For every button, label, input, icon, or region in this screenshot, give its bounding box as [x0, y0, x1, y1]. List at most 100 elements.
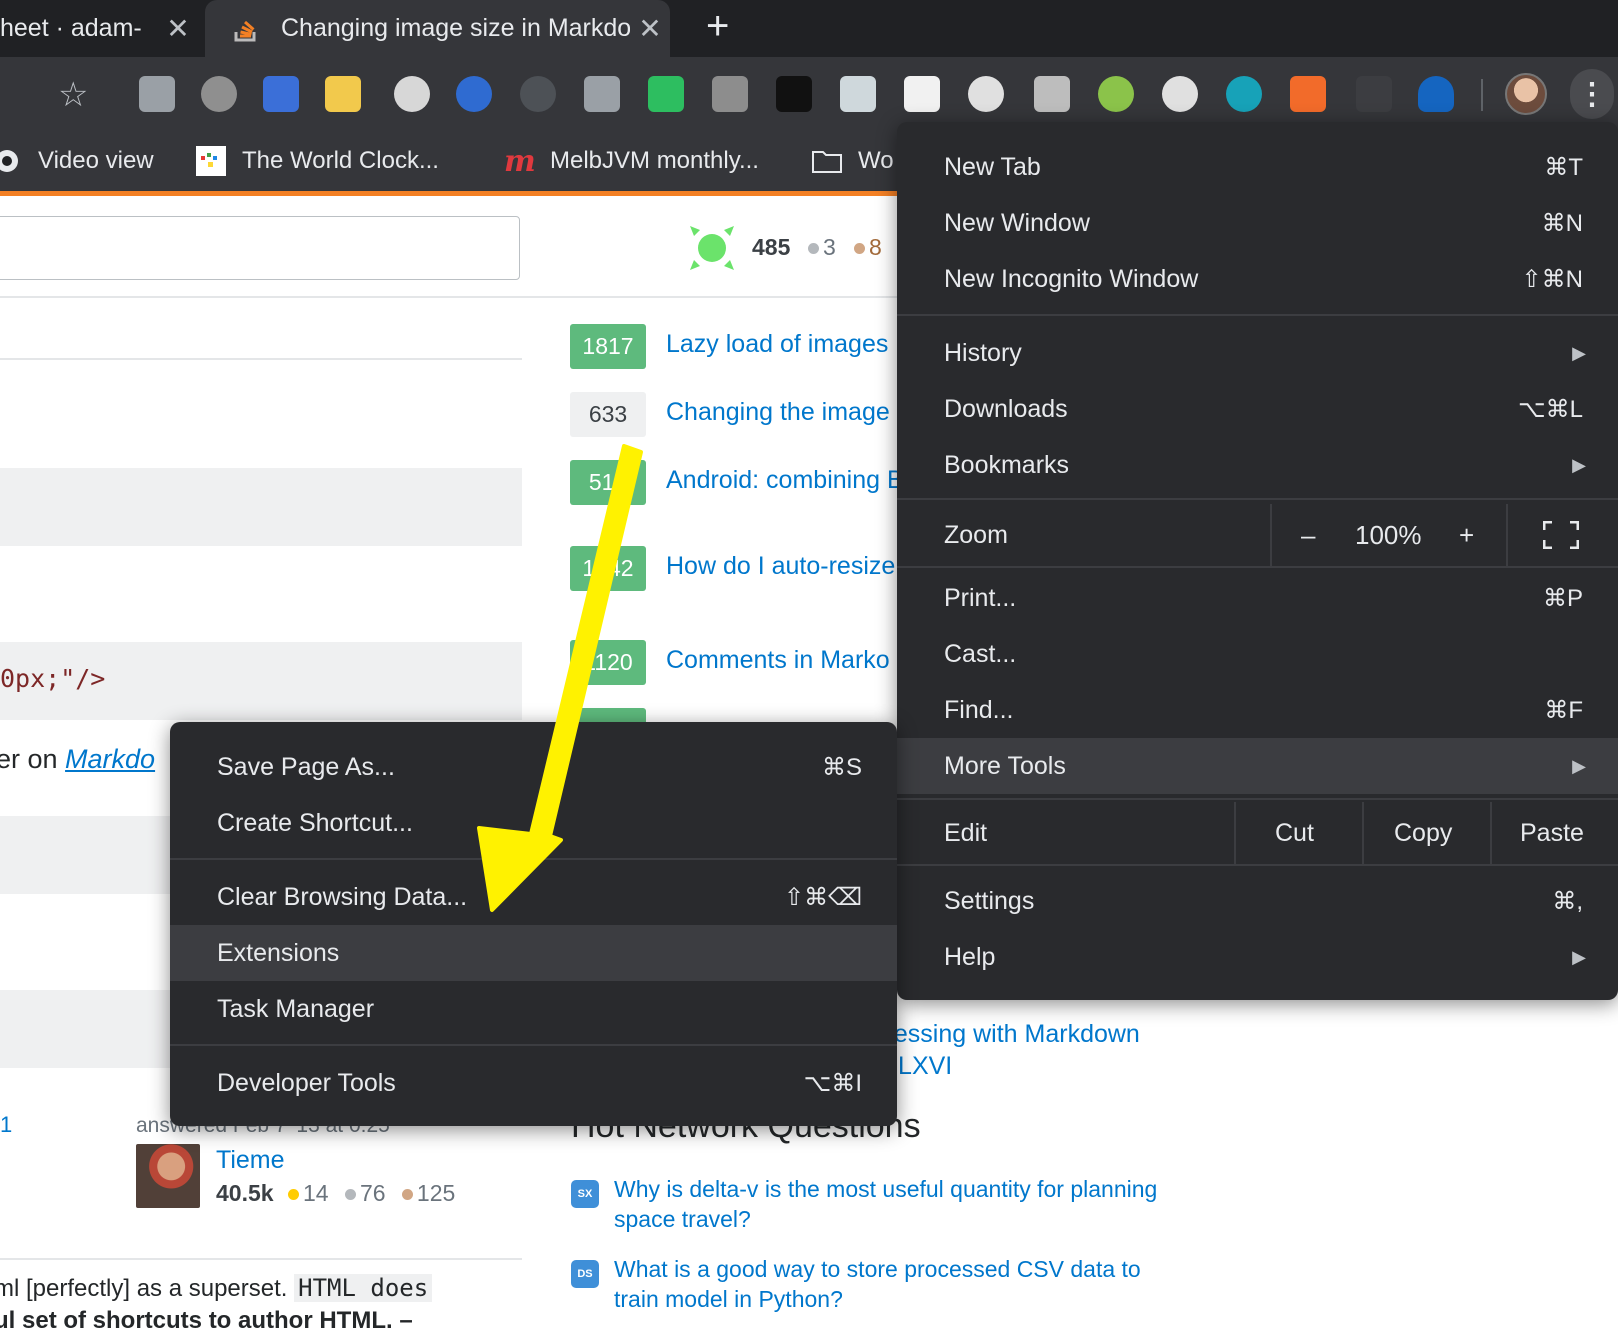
- user-name[interactable]: Tieme: [216, 1146, 285, 1175]
- dolby-extension-icon[interactable]: [776, 76, 812, 112]
- stackoverflow-icon: [231, 14, 261, 44]
- search-input[interactable]: [0, 216, 520, 280]
- menu-item-new-window[interactable]: New Window ⌘N: [897, 195, 1618, 251]
- fullscreen-icon[interactable]: [1542, 520, 1580, 556]
- zoom-in-button[interactable]: +: [1459, 520, 1474, 551]
- hot-question-link[interactable]: Why is delta-v is the most useful quanti…: [614, 1174, 1174, 1234]
- globe-extension-icon[interactable]: [456, 76, 492, 112]
- search-extension-icon[interactable]: [1162, 76, 1198, 112]
- bulb-extension-icon[interactable]: [1418, 76, 1454, 112]
- meetup-icon: m: [504, 146, 534, 176]
- eyedropper-extension-icon[interactable]: [1356, 76, 1392, 112]
- markdown-link[interactable]: Markdo: [65, 744, 155, 774]
- menu-item-more-tools[interactable]: More Tools ▶: [897, 738, 1618, 794]
- lock-extension-icon[interactable]: [1290, 76, 1326, 112]
- related-question-link[interactable]: nessing with Markdown CLXVI: [880, 1018, 1140, 1082]
- m-extension-icon[interactable]: [1226, 76, 1262, 112]
- comment-text: ml [perfectly] as a superset. HTML does …: [0, 1272, 474, 1336]
- bronze-badge-count: 8: [854, 234, 882, 261]
- qr-code-extension-icon[interactable]: [904, 76, 940, 112]
- new-tab-button[interactable]: +: [706, 4, 729, 49]
- menu-item-edit: Edit Cut Copy Paste: [897, 802, 1618, 864]
- menu-label: Create Shortcut...: [217, 808, 413, 837]
- evernote-extension-icon[interactable]: [648, 76, 684, 112]
- menu-item-history[interactable]: History ▶: [897, 325, 1618, 381]
- flower-extension-icon[interactable]: [968, 76, 1004, 112]
- tab-active[interactable]: Changing image size in Markdo ✕: [205, 0, 670, 57]
- menu-label: Extensions: [217, 938, 340, 967]
- bookmark-world-clock[interactable]: The World Clock...: [196, 146, 439, 176]
- camera-extension-icon[interactable]: [584, 76, 620, 112]
- barcode-extension-icon[interactable]: [1034, 76, 1070, 112]
- menu-item-print[interactable]: Print... ⌘P: [897, 570, 1618, 626]
- menu-separator: [897, 798, 1618, 800]
- score-badge: 1120: [570, 640, 646, 685]
- copy-button[interactable]: Copy: [1394, 819, 1452, 848]
- bookmark-folder[interactable]: Wo: [812, 146, 894, 176]
- menu-item-incognito[interactable]: New Incognito Window ⇧⌘N: [897, 251, 1618, 307]
- window-extension-icon[interactable]: [840, 76, 876, 112]
- menu-separator: [897, 864, 1618, 866]
- chrome-menu-button[interactable]: ⋮: [1570, 69, 1614, 119]
- menu-item-clear-browsing-data[interactable]: Clear Browsing Data... ⇧⌘⌫: [170, 869, 897, 925]
- cut-button[interactable]: Cut: [1275, 819, 1314, 848]
- menu-item-find[interactable]: Find... ⌘F: [897, 682, 1618, 738]
- share-link[interactable]: 1: [0, 1112, 12, 1138]
- edit-divider: [1490, 802, 1492, 864]
- close-icon[interactable]: ✕: [158, 12, 198, 45]
- menu-item-downloads[interactable]: Downloads ⌥⌘L: [897, 381, 1618, 437]
- silver-badge-icon: [344, 1189, 356, 1201]
- user-stats: 40.5k 14 76 125: [216, 1180, 455, 1207]
- menu-item-create-shortcut[interactable]: Create Shortcut...: [170, 795, 897, 851]
- grammarly-extension-icon[interactable]: [139, 76, 175, 112]
- tab-inactive[interactable]: heet · adam- ✕: [0, 0, 198, 57]
- zoom-out-button[interactable]: –: [1301, 520, 1315, 551]
- zoom-divider: [1270, 504, 1272, 566]
- check-extension-icon[interactable]: [1098, 76, 1134, 112]
- menu-item-new-tab[interactable]: New Tab ⌘T: [897, 139, 1618, 195]
- related-tail-line: nessing with Markdown: [880, 1020, 1140, 1048]
- bookmark-melbjvm[interactable]: m MelbJVM monthly...: [504, 146, 759, 176]
- menu-label: Developer Tools: [217, 1068, 396, 1097]
- menu-label: Clear Browsing Data...: [217, 882, 468, 911]
- silver-badge-icon: [808, 243, 819, 255]
- site-icon: DS: [571, 1260, 599, 1288]
- menu-item-task-manager[interactable]: Task Manager: [170, 981, 897, 1037]
- menu-item-bookmarks[interactable]: Bookmarks ▶: [897, 437, 1618, 493]
- cloud-extension-icon[interactable]: [201, 76, 237, 112]
- menu-item-settings[interactable]: Settings ⌘,: [897, 873, 1618, 929]
- answer-prefix: er on: [0, 744, 66, 774]
- menu-item-help[interactable]: Help ▶: [897, 929, 1618, 985]
- menu-item-extensions[interactable]: Extensions: [170, 925, 897, 981]
- paste-button[interactable]: Paste: [1520, 819, 1584, 848]
- profile-avatar[interactable]: [1505, 73, 1547, 115]
- user-avatar[interactable]: [688, 224, 736, 272]
- dots-extension-icon[interactable]: [325, 76, 361, 112]
- user-avatar[interactable]: [136, 1144, 200, 1208]
- submenu-arrow-icon: ▶: [1572, 755, 1586, 776]
- menu-shortcut: ⇧⌘N: [1521, 265, 1583, 293]
- video-icon: [0, 146, 22, 176]
- bookmark-label: Video view: [38, 147, 154, 174]
- circle-extension-icon[interactable]: [394, 76, 430, 112]
- map-extension-icon[interactable]: [712, 76, 748, 112]
- related-tail-line: CLXVI: [880, 1052, 953, 1080]
- menu-shortcut: ⇧⌘⌫: [783, 883, 862, 911]
- answer-text: er on Markdo: [0, 744, 155, 775]
- grid-extension-icon[interactable]: [263, 76, 299, 112]
- spiral-extension-icon[interactable]: [520, 76, 556, 112]
- menu-item-save-page[interactable]: Save Page As... ⌘S: [170, 739, 897, 795]
- menu-item-developer-tools[interactable]: Developer Tools ⌥⌘I: [170, 1055, 897, 1111]
- bookmark-video-view[interactable]: Video view: [0, 146, 154, 176]
- menu-label: Find...: [944, 695, 1014, 724]
- gold-count: 14: [302, 1180, 329, 1206]
- edit-divider: [1362, 802, 1364, 864]
- hot-question-link[interactable]: What is a good way to store processed CS…: [614, 1254, 1174, 1314]
- comment-line: ml [perfectly] as a superset.: [0, 1275, 295, 1302]
- bookmark-star-icon[interactable]: ☆: [58, 75, 88, 115]
- svg-text:m: m: [504, 147, 534, 175]
- tab-title: heet · adam-: [0, 14, 142, 42]
- close-icon[interactable]: ✕: [630, 12, 670, 45]
- menu-item-cast[interactable]: Cast...: [897, 626, 1618, 682]
- tab-strip: heet · adam- ✕ Changing image size in Ma…: [0, 0, 1618, 57]
